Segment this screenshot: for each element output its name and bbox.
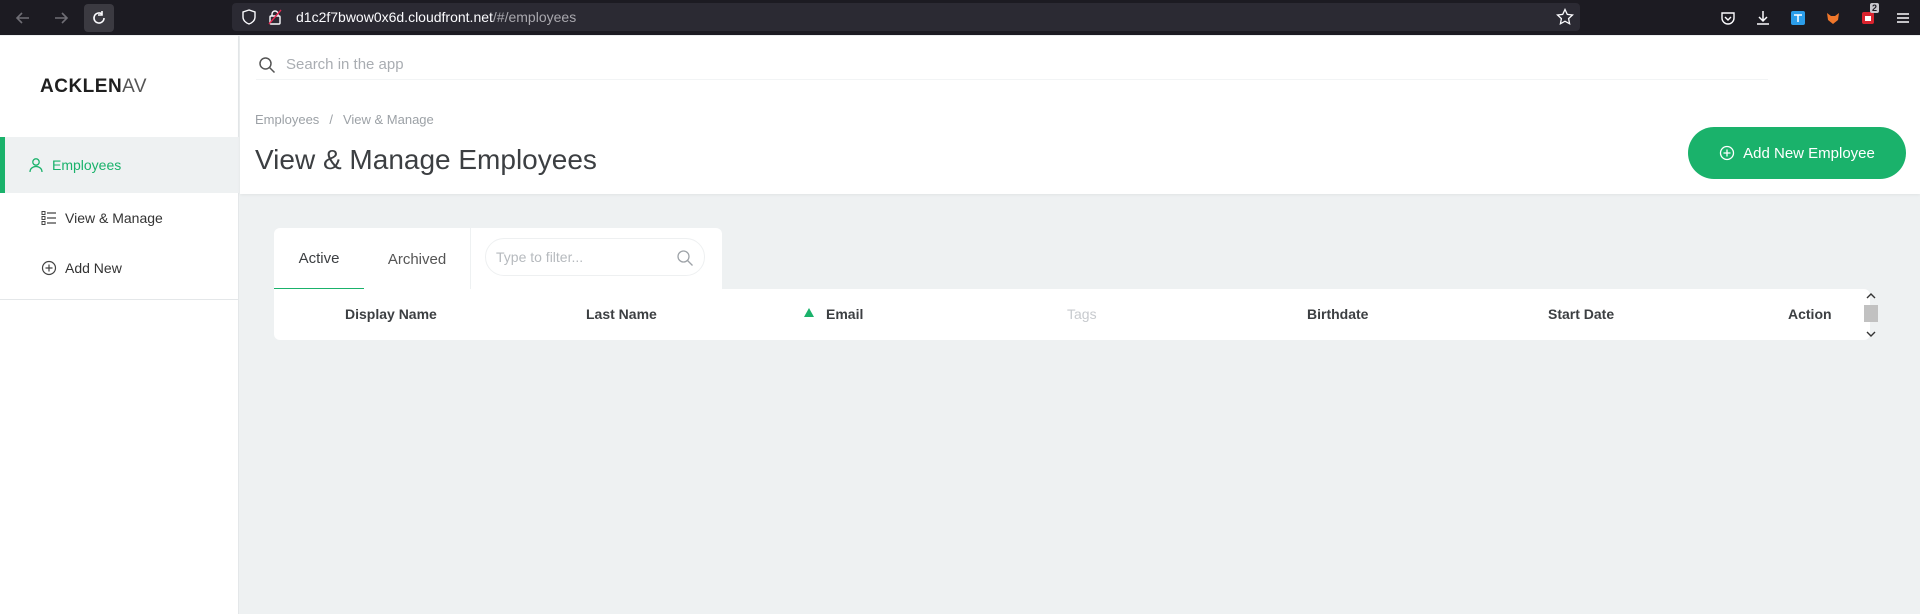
sidebar-item-label: View & Manage xyxy=(65,210,163,226)
url-host: d1c2f7bwow0x6d.cloudfront.net xyxy=(296,9,493,25)
employee-tabs-bar: Active Archived xyxy=(274,228,722,290)
tab-divider xyxy=(470,228,471,290)
pocket-icon xyxy=(1720,11,1735,25)
column-header-action: Action xyxy=(1788,306,1832,322)
search-input[interactable] xyxy=(286,56,1686,73)
hamburger-menu-icon xyxy=(1896,12,1909,23)
logo-main: ACKLEN xyxy=(40,76,123,97)
browser-toolbar: d1c2f7bwow0x6d.cloudfront.net/#/employee… xyxy=(0,0,1920,35)
url-bar[interactable]: d1c2f7bwow0x6d.cloudfront.net/#/employee… xyxy=(232,3,1580,31)
plus-circle-icon xyxy=(41,260,57,276)
column-header-email[interactable]: Email xyxy=(826,306,863,322)
sidebar-item-label: Employees xyxy=(52,157,122,173)
sidebar: ACKLENAV Employees View & Manage Add New xyxy=(0,36,239,614)
translate-extension-icon xyxy=(1790,10,1805,25)
sidebar-nav: Employees View & Manage Add New xyxy=(0,137,239,300)
back-arrow-icon xyxy=(15,11,29,24)
menu-button[interactable] xyxy=(1885,0,1920,35)
forward-arrow-icon xyxy=(55,11,69,24)
column-header-display-name[interactable]: Display Name xyxy=(345,306,437,322)
add-new-employee-button[interactable]: Add New Employee xyxy=(1688,127,1906,179)
column-header-last-name[interactable]: Last Name xyxy=(586,306,657,322)
add-new-employee-label: Add New Employee xyxy=(1743,144,1875,162)
employees-table: Display Name Last Name Email Tags Birthd… xyxy=(274,289,1870,340)
logo-tail: AV xyxy=(122,76,148,97)
plus-circle-icon xyxy=(1719,145,1735,161)
list-icon xyxy=(41,210,57,226)
url-path: /#/employees xyxy=(492,9,577,25)
pocket-button[interactable] xyxy=(1710,0,1745,35)
download-icon xyxy=(1756,10,1769,25)
sort-ascending-icon xyxy=(804,308,814,317)
search-icon[interactable] xyxy=(676,249,694,267)
forward-button[interactable] xyxy=(46,4,76,32)
table-scrollbar[interactable] xyxy=(1862,288,1880,342)
reload-icon xyxy=(93,10,105,24)
scroll-thumb[interactable] xyxy=(1864,305,1878,322)
extension-translate-button[interactable] xyxy=(1780,0,1815,35)
breadcrumb-item-view-manage: View & Manage xyxy=(342,112,434,127)
sidebar-item-view-manage[interactable]: View & Manage xyxy=(0,193,239,243)
breadcrumb: Employees / View & Manage xyxy=(255,112,434,127)
column-header-birthdate[interactable]: Birthdate xyxy=(1307,306,1368,322)
breadcrumb-item-employees[interactable]: Employees xyxy=(255,112,319,127)
tab-active[interactable]: Active xyxy=(274,228,364,290)
page-header: Employees / View & Manage View & Manage Em… xyxy=(240,36,1920,194)
shield-icon[interactable] xyxy=(240,8,258,26)
filter-input[interactable] xyxy=(496,249,666,265)
back-button[interactable] xyxy=(8,4,38,32)
column-header-tags: Tags xyxy=(1067,306,1097,322)
user-icon xyxy=(28,157,44,173)
bookmark-star-icon[interactable] xyxy=(1556,7,1574,29)
scroll-up-arrow-icon[interactable] xyxy=(1865,290,1877,300)
scroll-down-arrow-icon[interactable] xyxy=(1865,329,1877,339)
fox-extension-icon xyxy=(1826,12,1839,24)
sidebar-item-add-new[interactable]: Add New xyxy=(0,243,239,293)
search-icon xyxy=(258,56,276,74)
extension-badge-button[interactable]: 2 xyxy=(1850,0,1885,35)
lock-icon[interactable] xyxy=(266,8,284,26)
reload-button[interactable] xyxy=(84,3,114,32)
sidebar-item-label: Add New xyxy=(65,260,122,276)
logo[interactable]: ACKLENAV xyxy=(40,76,147,98)
sidebar-item-employees[interactable]: Employees xyxy=(0,137,239,193)
page-title: View & Manage Employees xyxy=(255,144,597,175)
breadcrumb-separator: / xyxy=(329,112,333,127)
extension-badge-count: 2 xyxy=(1869,3,1879,13)
app-search xyxy=(256,50,1768,80)
downloads-button[interactable] xyxy=(1745,0,1780,35)
tab-archived[interactable]: Archived xyxy=(364,228,470,290)
column-header-start-date[interactable]: Start Date xyxy=(1548,306,1614,322)
extension-fox-button[interactable] xyxy=(1815,0,1850,35)
filter-box xyxy=(485,238,705,276)
